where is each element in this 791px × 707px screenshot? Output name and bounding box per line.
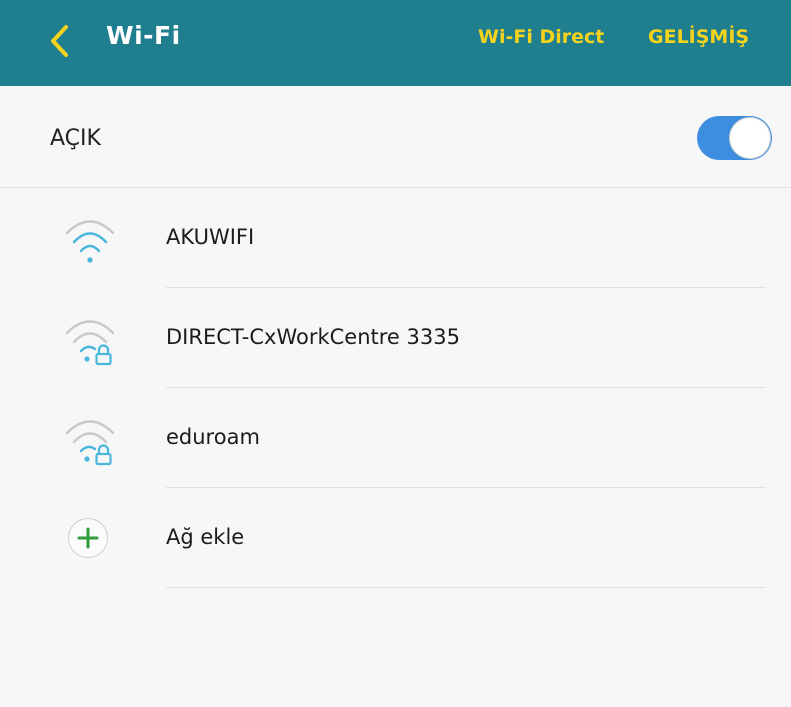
network-item-eduroam[interactable]: eduroam [0,388,791,488]
network-item-direct-workcentre[interactable]: DIRECT-CxWorkCentre 3335 [0,288,791,388]
wifi-lock-icon [65,420,115,466]
chevron-left-icon [51,25,68,57]
add-network-icon [68,518,108,558]
network-item-akuwifi[interactable]: AKUWIFI [0,188,791,288]
advanced-button[interactable]: GELİŞMİŞ [648,26,749,48]
add-network-item[interactable]: Ağ ekle [0,488,791,588]
back-button[interactable] [34,18,84,64]
wifi-toggle-switch[interactable] [697,116,772,160]
wifi-toggle-label: AÇIK [50,126,101,151]
divider [166,587,766,588]
network-name: DIRECT-CxWorkCentre 3335 [166,325,460,349]
switch-thumb [729,117,771,159]
wifi-lock-icon [65,320,115,366]
app-bar: Wi-Fi Wi-Fi Direct GELİŞMİŞ [0,0,791,86]
add-network-label: Ağ ekle [166,525,245,549]
wifi-toggle-row: AÇIK [0,86,791,188]
network-name: AKUWIFI [166,225,255,249]
page-title: Wi-Fi [106,21,181,50]
network-name: eduroam [166,425,260,449]
wifi-icon [65,220,115,263]
plus-icon [77,527,99,549]
wifi-direct-button[interactable]: Wi-Fi Direct [478,26,604,48]
